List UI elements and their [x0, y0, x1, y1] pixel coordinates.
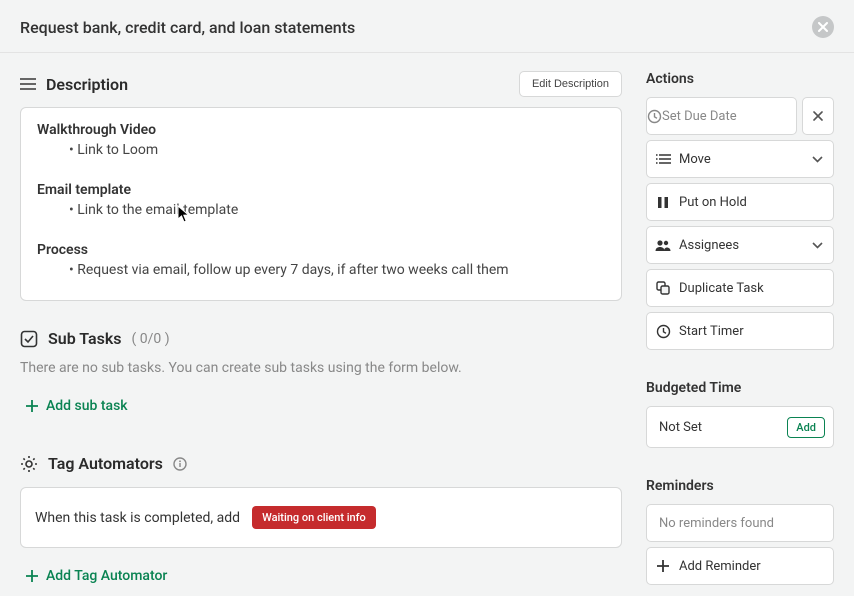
tag-pill: Waiting on client info: [252, 506, 376, 529]
duplicate-task-button[interactable]: Duplicate Task: [646, 269, 834, 307]
list-icon: [647, 153, 679, 165]
reminders-empty: No reminders found: [646, 504, 834, 542]
main-column: Description Edit Description Walkthrough…: [20, 71, 622, 590]
clear-due-date-button[interactable]: [802, 97, 834, 135]
description-box: Walkthrough Video • Link to Loom Email t…: [20, 107, 622, 301]
add-reminder-button[interactable]: Add Reminder: [646, 547, 834, 585]
put-on-hold-button[interactable]: Put on Hold: [646, 183, 834, 221]
desc-item: • Link to Loom: [37, 142, 605, 158]
close-icon: [813, 111, 823, 121]
close-icon: [818, 22, 828, 32]
timer-label: Start Timer: [679, 324, 833, 339]
budget-value: Not Set: [659, 420, 702, 435]
dialog-header: Request bank, credit card, and loan stat…: [0, 0, 854, 53]
budget-row: Not Set Add: [646, 406, 834, 448]
people-icon: [647, 239, 679, 252]
subtasks-empty-text: There are no sub tasks. You can create s…: [20, 360, 622, 376]
set-due-date-button[interactable]: Set Due Date: [646, 97, 797, 135]
actions-heading: Actions: [646, 71, 834, 87]
description-heading: Description: [46, 75, 128, 94]
chevron-down-icon: [812, 156, 833, 163]
dialog-title: Request bank, credit card, and loan stat…: [20, 18, 355, 37]
reminders-heading: Reminders: [646, 478, 834, 494]
hold-label: Put on Hold: [679, 195, 833, 210]
add-subtask-button[interactable]: Add sub task: [20, 394, 622, 418]
tag-automators-heading: Tag Automators: [48, 454, 163, 473]
copy-icon: [647, 281, 679, 295]
desc-item: • Request via email, follow up every 7 d…: [37, 262, 605, 278]
tag-automator-rule[interactable]: When this task is completed, add Waiting…: [20, 487, 622, 548]
assignees-button[interactable]: Assignees: [646, 226, 834, 264]
desc-heading-video: Walkthrough Video: [37, 122, 605, 138]
budget-add-button[interactable]: Add: [787, 417, 825, 438]
desc-heading-email: Email template: [37, 182, 605, 198]
start-timer-button[interactable]: Start Timer: [646, 312, 834, 350]
desc-item: • Link to the email template: [37, 202, 605, 218]
menu-icon: [20, 77, 36, 91]
move-button[interactable]: Move: [646, 140, 834, 178]
plus-icon: [26, 400, 38, 412]
subtasks-heading: Sub Tasks: [48, 329, 122, 348]
chevron-down-icon: [812, 242, 833, 249]
add-tag-automator-button[interactable]: Add Tag Automator: [20, 564, 622, 588]
info-icon[interactable]: [173, 457, 187, 471]
duplicate-label: Duplicate Task: [679, 281, 833, 296]
gear-icon: [20, 455, 38, 473]
pause-icon: [647, 196, 679, 209]
budget-heading: Budgeted Time: [646, 380, 834, 396]
clock-icon: [647, 109, 662, 124]
edit-description-button[interactable]: Edit Description: [519, 71, 622, 97]
tag-rule-text: When this task is completed, add: [35, 510, 240, 526]
add-tag-automator-label: Add Tag Automator: [46, 568, 167, 584]
desc-heading-process: Process: [37, 242, 605, 258]
move-label: Move: [679, 152, 812, 167]
actions-panel: Actions Set Due Date Move: [646, 71, 834, 590]
assignees-label: Assignees: [679, 238, 812, 253]
close-button[interactable]: [812, 16, 834, 38]
clock-icon: [647, 324, 679, 339]
subtasks-count: ( 0/0 ): [132, 331, 170, 347]
plus-icon: [26, 570, 38, 582]
add-reminder-label: Add Reminder: [679, 559, 833, 574]
plus-icon: [647, 560, 679, 572]
checkbox-icon: [20, 330, 38, 348]
add-subtask-label: Add sub task: [46, 398, 128, 414]
due-date-label: Set Due Date: [662, 109, 737, 124]
